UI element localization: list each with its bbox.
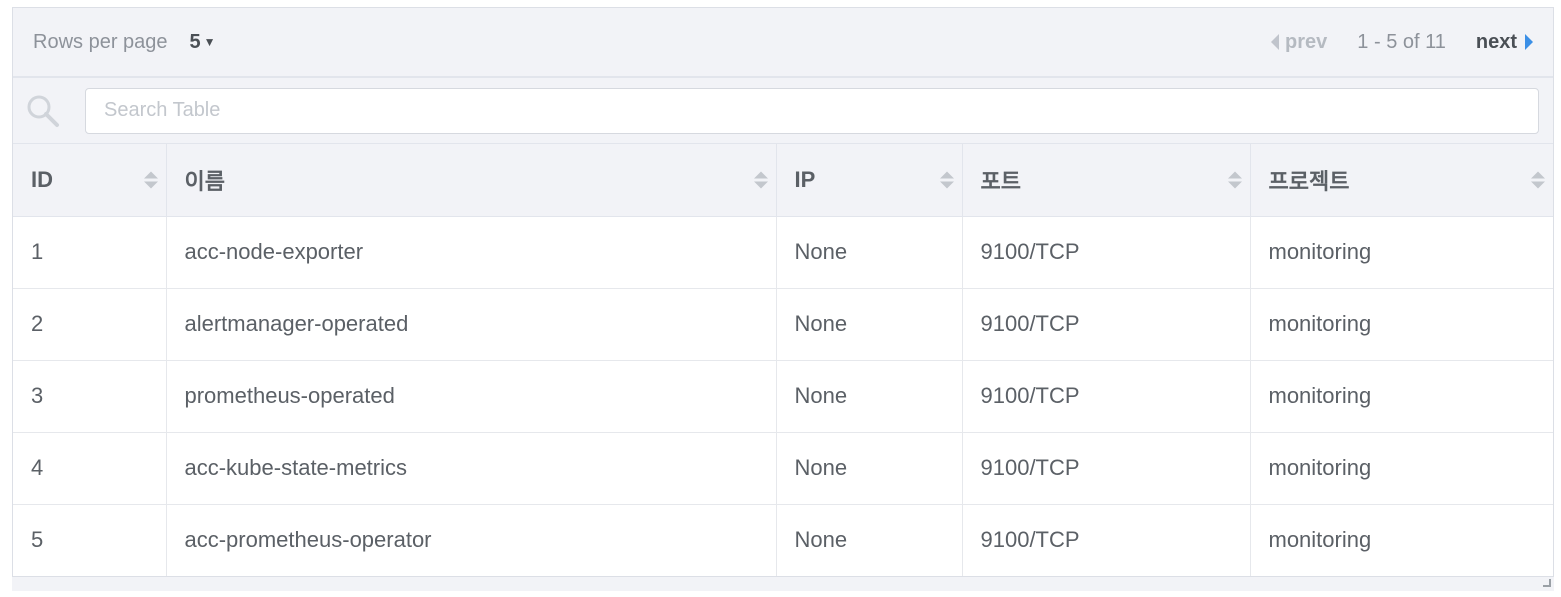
cell-project: monitoring bbox=[1250, 360, 1553, 433]
pagination-bar: Rows per page 5 ▼ prev 1 - 5 of 11 next bbox=[13, 8, 1553, 78]
prev-page-button[interactable]: prev bbox=[1271, 31, 1327, 54]
rows-per-page-value: 5 bbox=[189, 30, 201, 53]
cell-port: 9100/TCP bbox=[962, 216, 1251, 289]
cell-ip: None bbox=[776, 288, 963, 361]
table-row[interactable]: 2 alertmanager-operated None 9100/TCP mo… bbox=[13, 288, 1553, 361]
cell-ip: None bbox=[776, 216, 963, 289]
column-header-project[interactable]: 프로젝트 bbox=[1250, 144, 1553, 217]
caret-right-icon bbox=[1525, 34, 1533, 50]
data-table-container: Rows per page 5 ▼ prev 1 - 5 of 11 next bbox=[12, 7, 1554, 577]
search-bar bbox=[13, 78, 1553, 144]
column-header-label: 포트 bbox=[980, 168, 1021, 194]
sort-icon[interactable] bbox=[143, 171, 158, 189]
cell-id: 1 bbox=[13, 216, 167, 289]
rows-per-page-select[interactable]: 5 ▼ bbox=[190, 31, 216, 54]
pagination-controls: prev 1 - 5 of 11 next bbox=[1271, 31, 1533, 54]
caret-down-icon: ▼ bbox=[203, 35, 216, 49]
cell-port: 9100/TCP bbox=[962, 288, 1251, 361]
table-row[interactable]: 3 prometheus-operated None 9100/TCP moni… bbox=[13, 360, 1553, 433]
cell-name: acc-prometheus-operator bbox=[166, 504, 777, 576]
cell-name: prometheus-operated bbox=[166, 360, 777, 433]
cell-ip: None bbox=[776, 432, 963, 505]
cell-project: monitoring bbox=[1268, 527, 1372, 553]
table-footer-strip bbox=[0, 577, 1561, 597]
column-header-label: 프로젝트 bbox=[1268, 168, 1350, 194]
cell-ip: None bbox=[776, 360, 963, 433]
table-row[interactable]: 4 acc-kube-state-metrics None 9100/TCP m… bbox=[13, 432, 1553, 505]
table-row[interactable]: 5 acc-prometheus-operator None 9100/TCP … bbox=[13, 504, 1553, 576]
cell-name: acc-node-exporter bbox=[166, 216, 777, 289]
column-header-port[interactable]: 포트 bbox=[962, 144, 1251, 217]
column-header-id[interactable]: ID bbox=[13, 144, 167, 217]
cell-id: 5 bbox=[13, 504, 167, 576]
footer-bar bbox=[12, 577, 1554, 591]
cell-port: 9100/TCP bbox=[962, 504, 1251, 576]
column-header-name[interactable]: 이름 bbox=[166, 144, 777, 217]
next-page-button[interactable]: next bbox=[1476, 31, 1533, 54]
rows-per-page-label: Rows per page bbox=[33, 30, 168, 53]
sort-icon[interactable] bbox=[939, 171, 954, 189]
services-table: ID 이름 IP 포트 프로젝트 1 acc-node-exporter Non… bbox=[13, 144, 1553, 576]
cell-ip: None bbox=[776, 504, 963, 576]
sort-icon[interactable] bbox=[1227, 171, 1242, 189]
page-range-info: 1 - 5 of 11 bbox=[1357, 30, 1446, 53]
cell-id: 4 bbox=[13, 432, 167, 505]
column-header-ip[interactable]: IP bbox=[776, 144, 963, 217]
search-input[interactable] bbox=[85, 87, 1539, 134]
cell-id: 2 bbox=[13, 288, 167, 361]
cell-port: 9100/TCP bbox=[962, 360, 1251, 433]
cell-name: acc-kube-state-metrics bbox=[166, 432, 777, 505]
column-header-label: 이름 bbox=[184, 168, 225, 194]
caret-left-icon bbox=[1271, 34, 1280, 50]
cell-name: alertmanager-operated bbox=[166, 288, 777, 361]
sort-icon[interactable] bbox=[753, 171, 768, 189]
cell-project: monitoring bbox=[1250, 216, 1553, 289]
column-header-label: IP bbox=[794, 166, 816, 192]
resize-handle-icon[interactable] bbox=[1543, 579, 1551, 587]
table-header-row: ID 이름 IP 포트 프로젝트 bbox=[13, 144, 1553, 217]
sort-icon[interactable] bbox=[1531, 171, 1545, 189]
cell-port: 9100/TCP bbox=[962, 432, 1251, 505]
prev-label: prev bbox=[1285, 30, 1328, 53]
cell-project: monitoring bbox=[1250, 432, 1553, 505]
next-label: next bbox=[1475, 30, 1517, 53]
table-row[interactable]: 1 acc-node-exporter None 9100/TCP monito… bbox=[13, 216, 1553, 289]
cell-id: 3 bbox=[13, 360, 167, 433]
column-header-label: ID bbox=[31, 166, 53, 192]
cell-project: monitoring bbox=[1250, 288, 1553, 361]
search-icon bbox=[27, 95, 59, 127]
